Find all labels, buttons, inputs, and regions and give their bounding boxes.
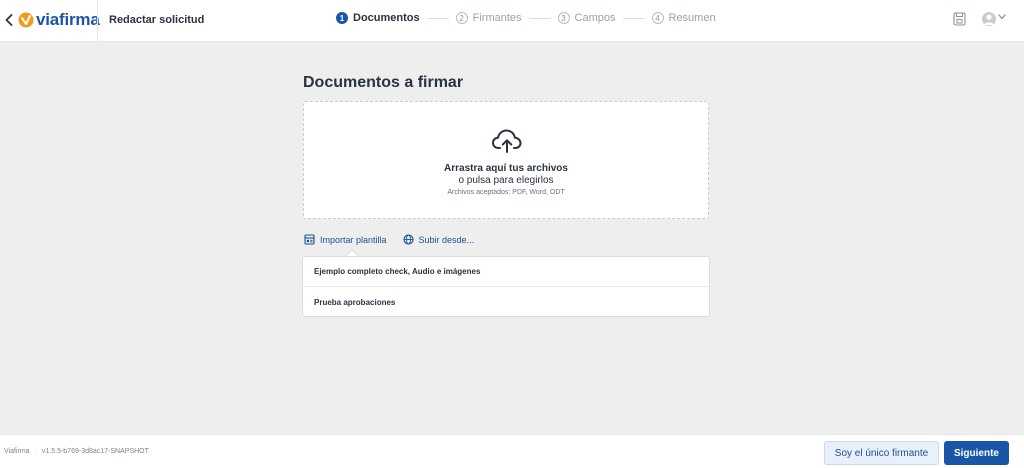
next-button[interactable]: Siguiente: [944, 441, 1009, 465]
chevron-left-icon: [5, 14, 13, 26]
logo-mark-icon: [18, 12, 34, 28]
chevron-down-icon[interactable]: [998, 14, 1006, 20]
upload-from-button[interactable]: Subir desde...: [402, 234, 475, 245]
step-label: Resumen: [668, 12, 716, 24]
dropzone-accepted-formats: Archivos aceptados: PDF, Word, ODT: [447, 189, 565, 196]
template-menu: Ejemplo completo check, Audio e imágenes…: [302, 256, 710, 317]
template-icon: [304, 234, 315, 245]
import-template-label: Importar plantilla: [320, 234, 387, 245]
save-icon[interactable]: [953, 12, 966, 26]
footer-version: v1.5.5-b769-3d8ac17-SNAPSHOT: [41, 448, 149, 455]
step-label: Firmantes: [472, 12, 522, 24]
footer-separator: ·: [34, 448, 37, 455]
step-campos[interactable]: 3 Campos: [557, 12, 616, 24]
step-number: 2: [455, 12, 468, 24]
import-template-button[interactable]: Importar plantilla: [304, 234, 387, 245]
step-resumen[interactable]: 4 Resumen: [651, 12, 716, 24]
step-connector: [528, 17, 551, 19]
footer-bar: Viafirma · v1.5.5-b769-3d8ac17-SNAPSHOT So…: [0, 434, 1024, 468]
upload-actions: Importar plantilla Subir desde...: [304, 234, 490, 245]
upload-from-label: Subir desde...: [418, 234, 475, 245]
step-firmantes[interactable]: 2 Firmantes: [455, 12, 522, 24]
step-number: 3: [557, 12, 570, 24]
only-signer-button[interactable]: Soy el único firmante: [824, 441, 939, 465]
template-option[interactable]: Prueba aprobaciones: [303, 287, 709, 317]
step-connector: [622, 17, 645, 19]
globe-icon: [402, 234, 414, 245]
step-number: 4: [651, 12, 664, 24]
step-number: 1: [336, 12, 348, 24]
top-header: viafirma Redactar solicitud 1 Documentos…: [0, 0, 1024, 42]
dropzone-subtitle: o pulsa para elegirlos: [458, 175, 554, 186]
step-documentos[interactable]: 1 Documentos: [336, 12, 420, 24]
dropzone-title: Arrastra aquí tus archivos: [444, 163, 568, 174]
section-title: Documentos a firmar: [303, 74, 464, 91]
version-info: Viafirma · v1.5.5-b769-3d8ac17-SNAPSHOT: [4, 448, 149, 455]
step-label: Documentos: [353, 12, 420, 24]
page-title: Redactar solicitud: [109, 14, 205, 26]
viafirma-logo[interactable]: viafirma: [18, 10, 100, 30]
cloud-upload-icon: [492, 129, 522, 153]
logo-text: viafirma: [36, 10, 100, 29]
footer-app-name: Viafirma: [4, 448, 30, 455]
template-option[interactable]: Ejemplo completo check, Audio e imágenes: [303, 257, 709, 287]
step-label: Campos: [574, 12, 616, 24]
stepper: 1 Documentos 2 Firmantes 3 Campos 4 Resu…: [336, 12, 716, 24]
step-connector: [426, 17, 449, 19]
file-dropzone[interactable]: Arrastra aquí tus archivos o pulsa para …: [303, 101, 709, 219]
user-avatar-icon[interactable]: [982, 12, 996, 26]
header-divider: [97, 0, 98, 42]
back-button[interactable]: [2, 10, 16, 30]
